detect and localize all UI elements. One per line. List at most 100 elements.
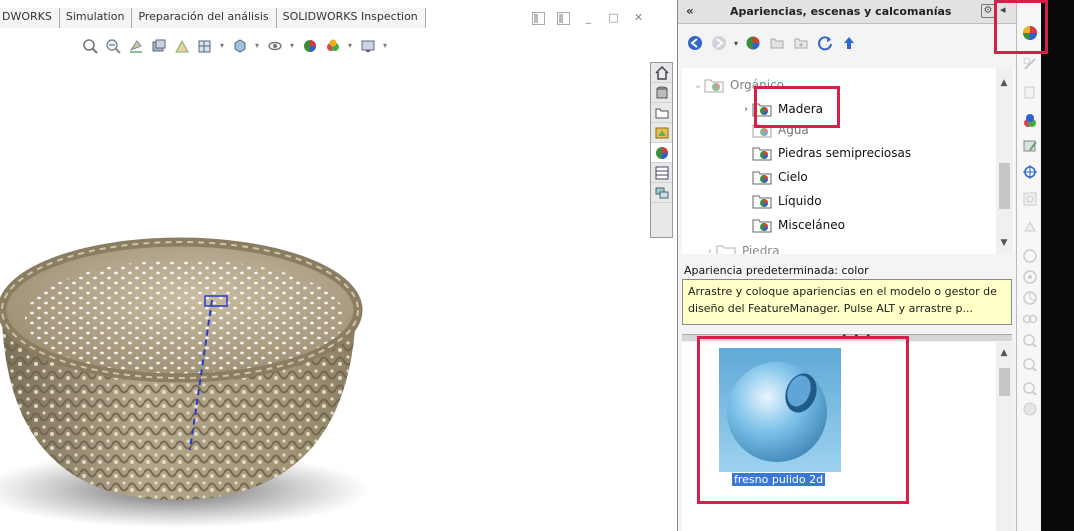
copy-icon[interactable] xyxy=(1021,84,1039,102)
new-folder-icon[interactable] xyxy=(792,34,810,52)
task-pane-tabs xyxy=(650,62,673,238)
screen-edge xyxy=(1041,0,1074,531)
chevron-down-icon[interactable]: ▾ xyxy=(381,41,389,50)
zoom-icon[interactable] xyxy=(1021,190,1039,208)
tree-item-madera[interactable]: › Madera xyxy=(740,98,823,120)
chevron-down-icon[interactable]: ▾ xyxy=(734,39,738,48)
close-icon[interactable]: ✕ xyxy=(632,12,645,25)
forward-icon[interactable] xyxy=(710,34,728,52)
rotate-icon[interactable] xyxy=(1021,247,1039,265)
scroll-up-icon[interactable]: ▲ xyxy=(999,78,1009,88)
appearances-icon[interactable] xyxy=(1021,24,1039,42)
chevron-down-icon[interactable]: ▾ xyxy=(288,41,296,50)
tree-item[interactable]: Piedras semipreciosas xyxy=(752,142,911,164)
up-icon[interactable] xyxy=(840,34,858,52)
tree-scrollbar[interactable]: ▲ ▼ xyxy=(996,68,1013,254)
thumbnail-label[interactable]: fresno pulido 2d xyxy=(732,473,826,486)
command-manager-tabs: DWORKS Simulation Preparación del anális… xyxy=(0,8,426,28)
edit-appearance-icon[interactable] xyxy=(300,36,319,55)
scrollbar-thumb[interactable] xyxy=(999,368,1010,396)
expand-toggle[interactable]: ⌄ xyxy=(692,80,704,91)
expand-toggle[interactable]: › xyxy=(704,246,716,255)
tile-icon[interactable] xyxy=(557,12,570,25)
link-icon[interactable] xyxy=(1021,310,1039,328)
collapse-button[interactable]: « xyxy=(686,4,694,18)
folder-icon xyxy=(752,195,772,209)
solidworks-window: DWORKS Simulation Preparación del anális… xyxy=(0,0,1074,531)
design-library-icon[interactable] xyxy=(651,83,672,103)
restore-icon[interactable] xyxy=(532,12,545,25)
tree-item[interactable]: ⌄ Orgánico xyxy=(692,74,784,96)
graphics-area[interactable]: DWORKS Simulation Preparación del anális… xyxy=(0,0,677,531)
view-palette-icon[interactable] xyxy=(651,123,672,143)
pane-splitter[interactable]: • • • xyxy=(682,330,1012,343)
hide-show-icon[interactable] xyxy=(265,36,284,55)
render-icon[interactable] xyxy=(1021,289,1039,307)
paste-icon[interactable] xyxy=(1021,218,1039,236)
tree-item-label: Madera xyxy=(778,102,823,116)
view-settings-icon[interactable] xyxy=(358,36,377,55)
back-icon[interactable] xyxy=(686,34,704,52)
scrollbar-thumb[interactable] xyxy=(999,163,1010,209)
tree-item[interactable]: Cielo xyxy=(752,166,808,188)
section-view-icon[interactable] xyxy=(149,36,168,55)
expand-toggle[interactable]: › xyxy=(740,104,752,115)
options-button[interactable]: ⚙ xyxy=(981,4,995,18)
scroll-down-icon[interactable]: ▼ xyxy=(999,238,1009,248)
appearance-thumbnails: fresno pulido 2d ▲ xyxy=(682,342,1013,531)
pin-button[interactable]: ◂ xyxy=(1000,3,1006,16)
home-icon[interactable] xyxy=(651,63,672,83)
hide-icon[interactable] xyxy=(1021,380,1039,398)
folder-icon xyxy=(752,147,772,161)
tree-item[interactable]: Misceláneo xyxy=(752,214,845,236)
hide-icon[interactable] xyxy=(1021,356,1039,374)
add-folder-icon[interactable] xyxy=(768,34,786,52)
display-style-icon[interactable] xyxy=(230,36,249,55)
previous-view-icon[interactable] xyxy=(126,36,145,55)
zoom-area-icon[interactable] xyxy=(103,36,122,55)
sketch-icon[interactable] xyxy=(1021,55,1039,73)
file-explorer-icon[interactable] xyxy=(651,103,672,123)
scroll-up-icon[interactable]: ▲ xyxy=(999,348,1009,358)
thumbnail-scrollbar[interactable]: ▲ xyxy=(996,342,1013,531)
dynamic-annotation-icon[interactable] xyxy=(172,36,191,55)
custom-properties-icon[interactable] xyxy=(651,163,672,183)
panel-title: Apariencias, escenas y calcomanías xyxy=(730,5,952,18)
heads-up-view-toolbar: ▾ ▾ ▾ ▾ ▾ xyxy=(80,36,389,55)
move-icon[interactable] xyxy=(1021,163,1039,181)
refresh-icon[interactable] xyxy=(816,34,834,52)
chevron-down-icon[interactable]: ▾ xyxy=(253,41,261,50)
appearance-icon[interactable] xyxy=(744,34,762,52)
appearance-thumbnail-fresno[interactable] xyxy=(719,348,841,472)
tree-item-label: Orgánico xyxy=(730,78,785,92)
hint-tooltip: Arrastre y coloque apariencias en el mod… xyxy=(682,279,1012,325)
appearances-icon[interactable] xyxy=(651,143,672,163)
tree-item[interactable]: › Piedra xyxy=(704,240,780,254)
maximize-icon[interactable]: □ xyxy=(607,12,620,25)
tab-simulation[interactable]: Simulation xyxy=(59,8,133,28)
zoom-to-fit-icon[interactable] xyxy=(80,36,99,55)
chevron-down-icon[interactable]: ▾ xyxy=(346,41,354,50)
chevron-down-icon[interactable]: ▾ xyxy=(218,41,226,50)
default-appearance-label: Apariencia predeterminada: color xyxy=(684,264,869,277)
tree-item-label: Piedra xyxy=(742,244,780,254)
tab-analysis-preparation[interactable]: Preparación del análisis xyxy=(132,8,277,28)
forum-icon[interactable] xyxy=(651,183,672,203)
hide-icon[interactable] xyxy=(1021,332,1039,350)
tree-item-label: Piedras semipreciosas xyxy=(778,146,912,160)
hide-icon[interactable] xyxy=(1021,400,1039,418)
tree-item[interactable]: Líquido xyxy=(752,190,822,212)
apply-appearance-icon[interactable] xyxy=(1021,112,1039,130)
window-controls: _ □ ✕ xyxy=(532,12,645,25)
view-orientation-icon[interactable] xyxy=(195,36,214,55)
tab-solidworks-inspection[interactable]: SOLIDWORKS Inspection xyxy=(276,8,426,28)
tree-item[interactable]: Agua xyxy=(740,119,809,141)
basket-model[interactable] xyxy=(0,200,420,531)
tab-solidworks[interactable]: DWORKS xyxy=(0,8,60,28)
tree-item-label: Cielo xyxy=(778,170,808,184)
minimize-icon[interactable]: _ xyxy=(582,12,595,25)
folder-icon xyxy=(752,171,772,185)
edit-icon[interactable] xyxy=(1021,137,1039,155)
view-icon[interactable] xyxy=(1021,268,1039,286)
apply-scene-icon[interactable] xyxy=(323,36,342,55)
